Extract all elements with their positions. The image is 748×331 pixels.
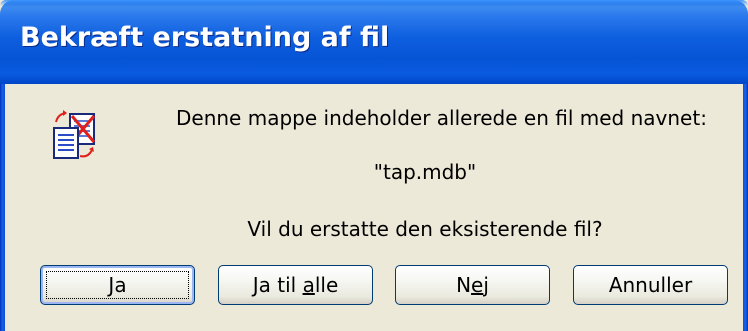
yes-to-all-button[interactable]: Ja til alle [218, 265, 373, 305]
question-text: Vil du erstatte den eksisterende fil? [247, 217, 603, 241]
yes-to-all-label-post: lle [314, 273, 339, 297]
dialog-window: Bekræft erstatning af fil Denne mappe in… [0, 0, 748, 331]
window-frame-right [743, 84, 748, 331]
yes-button[interactable]: Ja [40, 265, 195, 305]
window-frame-left [0, 84, 5, 331]
no-button-mnemonic: e [471, 273, 484, 297]
yes-button-label-post: a [114, 273, 127, 297]
no-button[interactable]: Nej [395, 265, 550, 305]
no-button-label-pre: N [456, 273, 472, 297]
file-name: "tap.mdb" [373, 160, 477, 184]
no-button-label-post: j [483, 273, 489, 297]
message-text: Denne mappe indeholder allerede en fil m… [176, 106, 707, 130]
yes-to-all-mnemonic: a [302, 273, 315, 297]
file-replace-icon [53, 110, 96, 159]
cancel-button-label: Annuller [608, 273, 693, 297]
title-bar[interactable]: Bekræft erstatning af fil [0, 0, 748, 84]
cancel-button[interactable]: Annuller [573, 265, 728, 305]
yes-to-all-label-pre: Ja til [252, 273, 303, 297]
dialog-title: Bekræft erstatning af fil [20, 22, 390, 53]
